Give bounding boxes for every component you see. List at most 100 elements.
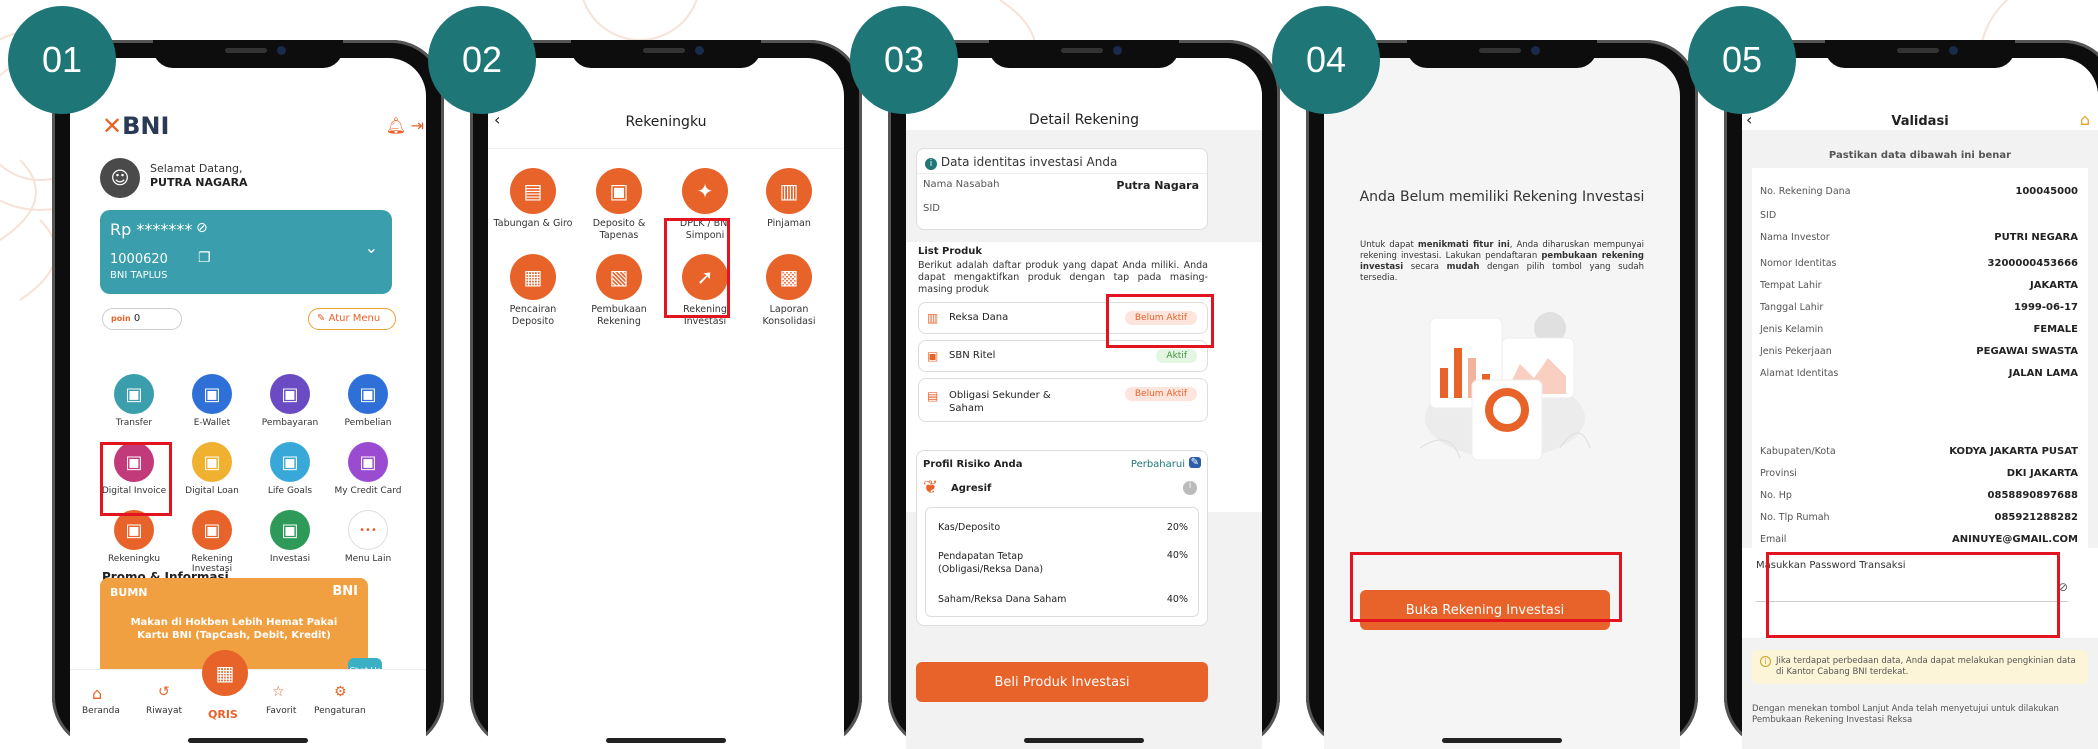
menu-label[interactable]: Tabungan & Giro xyxy=(490,218,576,230)
gear-icon[interactable]: ⚙ xyxy=(334,684,347,700)
highlight-box xyxy=(664,218,730,318)
info-icon[interactable]: i xyxy=(1183,481,1197,495)
menu-label[interactable]: Pembukaan Rekening xyxy=(576,304,662,328)
wallet-icon[interactable]: ▣ xyxy=(192,374,232,414)
allocation-value: 40% xyxy=(1166,550,1188,561)
menu-label[interactable]: Rekeningku xyxy=(94,554,174,564)
menu-label[interactable]: Transfer xyxy=(94,418,174,428)
logout-icon[interactable]: ⇥ xyxy=(411,116,424,135)
savings-icon[interactable]: ▤ xyxy=(510,168,556,214)
phone-frame: ‹ Validasi ⌂ Pastikan data dibawah ini b… xyxy=(1724,40,2098,749)
nama-nasabah-label: Nama Nasabah xyxy=(923,179,1000,190)
bottom-nav: ⌂ Beranda ↺ Riwayat ▦ QRIS ☆ Favorit ⚙ P… xyxy=(70,650,426,749)
field-value: 100045000 xyxy=(2015,186,2078,197)
phone-notch xyxy=(989,40,1179,68)
star-icon[interactable]: ☆ xyxy=(272,684,285,700)
nav-riwayat[interactable]: Riwayat xyxy=(146,706,182,716)
qris-scan-icon[interactable]: ▦ xyxy=(202,650,248,696)
home-indicator xyxy=(1442,738,1562,743)
deposit-icon[interactable]: ▣ xyxy=(596,168,642,214)
field-label: Alamat Identitas xyxy=(1760,368,1839,379)
pension-icon[interactable]: ✦ xyxy=(682,168,728,214)
phone-screen: Detail Rekening i Data identitas investa… xyxy=(906,58,1262,749)
nav-beranda[interactable]: Beranda xyxy=(82,706,120,716)
copy-icon[interactable]: ❐ xyxy=(198,250,211,266)
account-card[interactable]: Rp ******* ⊘ 1000620 ❐ BNI TAPLUS ⌄ xyxy=(100,210,392,294)
info-banner: i Jika terdapat perbedaan data, Anda dap… xyxy=(1752,650,2088,684)
field-value: ANINUYE@GMAIL.COM xyxy=(1952,534,2078,545)
investment-account-icon[interactable]: ▣ xyxy=(192,510,232,550)
phone-frame: ‹ Rekeningku ▤ Tabungan & Giro ▣ Deposito &… xyxy=(470,40,862,749)
flag-icon: ▣ xyxy=(927,349,939,363)
nav-qris[interactable]: QRIS xyxy=(208,708,238,721)
balance-text: Rp ******* xyxy=(110,220,193,239)
menu-label[interactable]: Investasi xyxy=(250,554,330,564)
loan-icon[interactable]: ▣ xyxy=(192,442,232,482)
goals-icon[interactable]: ▣ xyxy=(270,442,310,482)
bell-icon[interactable]: 🔔︎ xyxy=(386,116,406,135)
perbaharui-link[interactable]: Perbaharui xyxy=(1131,459,1185,470)
step-badge: 01 xyxy=(8,6,116,114)
field-value: PEGAWAI SWASTA xyxy=(1976,346,2078,357)
field-value: 3200000453666 xyxy=(1987,258,2078,269)
page-title: Rekeningku xyxy=(625,114,707,130)
withdraw-deposit-icon[interactable]: ▦ xyxy=(510,254,556,300)
info-icon: i xyxy=(925,158,937,170)
menu-label[interactable]: Life Goals xyxy=(250,486,330,496)
edit-icon[interactable]: ✎ xyxy=(1188,457,1201,468)
menu-label[interactable]: E-Wallet xyxy=(172,418,252,428)
empty-description: Untuk dapat menikmati fitur ini, Anda di… xyxy=(1360,240,1644,283)
page-title: Validasi xyxy=(1891,114,1949,129)
cart-icon[interactable]: ▣ xyxy=(348,374,388,414)
menu-label[interactable]: Pembayaran xyxy=(250,418,330,428)
nama-nasabah-value: Putra Nagara xyxy=(1116,179,1199,192)
product-name: Obligasi Sekunder & Saham xyxy=(949,390,1051,414)
phone-frame: ✕BNI 🔔︎ ⇥ ☺ Selamat Datang, PUTRA NAGARA… xyxy=(52,40,444,749)
allocation-value: 20% xyxy=(1166,522,1188,533)
atur-menu-button[interactable]: ✎ Atur Menu xyxy=(308,308,396,330)
home-indicator xyxy=(188,738,308,743)
more-icon[interactable]: ••• xyxy=(348,510,388,550)
report-icon[interactable]: ▩ xyxy=(766,254,812,300)
loan-icon[interactable]: ▥ xyxy=(766,168,812,214)
profil-title: Profil Risiko Anda xyxy=(923,459,1023,470)
nav-favorit[interactable]: Favorit xyxy=(266,706,296,716)
account-icon[interactable]: ▣ xyxy=(114,510,154,550)
payment-icon[interactable]: ▣ xyxy=(270,374,310,414)
history-icon[interactable]: ↺ xyxy=(158,684,170,700)
bumn-logo: BUMN xyxy=(110,586,148,599)
transfer-icon[interactable]: ▣ xyxy=(114,374,154,414)
points-pill[interactable]: poin 0 xyxy=(102,308,182,330)
identity-title: i Data identitas investasi Anda xyxy=(925,155,1117,170)
list-produk-desc: Berikut adalah daftar produk yang dapat … xyxy=(918,260,1208,295)
credit-card-icon[interactable]: ▣ xyxy=(348,442,388,482)
menu-label[interactable]: Pembelian xyxy=(328,418,408,428)
document-icon: ▤ xyxy=(927,389,939,403)
open-account-icon[interactable]: ▧ xyxy=(596,254,642,300)
menu-label[interactable]: Pinjaman xyxy=(746,218,832,230)
allocation-label: Pendapatan Tetap (Obligasi/Reksa Dana) xyxy=(938,551,1044,575)
home-icon[interactable]: ⌂ xyxy=(92,684,102,703)
home-icon[interactable]: ⌂ xyxy=(2080,110,2090,129)
menu-label[interactable]: Laporan Konsolidasi xyxy=(746,304,832,328)
buy-product-button[interactable]: Beli Produk Investasi xyxy=(916,662,1208,702)
menu-label[interactable]: Deposito & Tapenas xyxy=(576,218,662,242)
home-indicator xyxy=(1024,738,1144,743)
nav-pengaturan[interactable]: Pengaturan xyxy=(314,706,366,716)
menu-label[interactable]: Digital Loan xyxy=(172,486,252,496)
field-label: No. Hp xyxy=(1760,490,1792,501)
menu-label[interactable]: My Credit Card xyxy=(328,486,408,496)
phone-screen: ‹ Validasi ⌂ Pastikan data dibawah ini b… xyxy=(1742,58,2098,749)
menu-label[interactable]: Pencairan Deposito xyxy=(490,304,576,328)
avatar[interactable]: ☺ xyxy=(100,158,140,198)
menu-label[interactable]: Menu Lain xyxy=(328,554,408,564)
phone-screen: ✕BNI 🔔︎ ⇥ ☺ Selamat Datang, PUTRA NAGARA… xyxy=(70,58,426,749)
field-value: DKI JAKARTA xyxy=(2006,468,2078,479)
eye-hidden-icon[interactable]: ⊘ xyxy=(196,220,208,236)
chevron-down-icon[interactable]: ⌄ xyxy=(365,238,378,257)
product-name: Reksa Dana xyxy=(949,312,1009,323)
status-badge: Belum Aktif xyxy=(1124,387,1197,401)
investment-icon[interactable]: ▣ xyxy=(270,510,310,550)
field-value: KODYA JAKARTA PUSAT xyxy=(1949,446,2078,457)
product-item[interactable]: ▤ Obligasi Sekunder & Saham Belum Aktif xyxy=(918,378,1208,422)
